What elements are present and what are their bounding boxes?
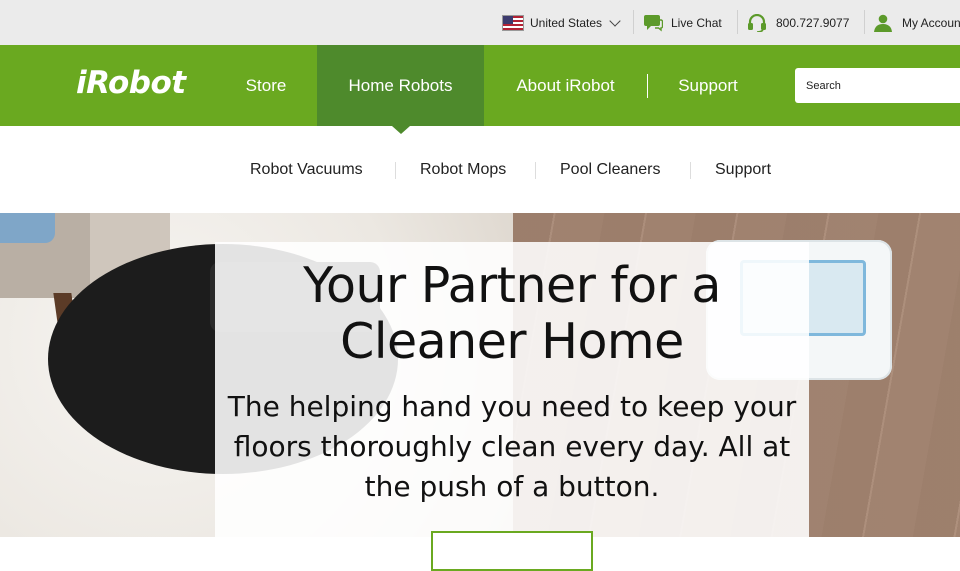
nav-item-about-irobot[interactable]: About iRobot xyxy=(500,45,631,126)
search-placeholder: Search xyxy=(806,79,841,92)
active-indicator-arrow xyxy=(392,126,410,134)
subnav-item-robot-mops[interactable]: Robot Mops xyxy=(420,126,506,213)
nav-item-label: Home Robots xyxy=(348,75,453,95)
utility-divider xyxy=(633,10,634,34)
irobot-logo[interactable]: iRobot xyxy=(76,65,186,101)
subnav-divider xyxy=(535,162,536,179)
nav-item-label: Store xyxy=(245,75,287,95)
us-flag-icon xyxy=(502,14,524,31)
utility-divider xyxy=(737,10,738,34)
my-account-label: My Account xyxy=(902,15,960,30)
nav-item-home-robots[interactable]: Home Robots xyxy=(317,45,484,126)
user-icon xyxy=(874,14,892,32)
utility-divider xyxy=(864,10,865,34)
sub-nav: Robot Vacuums Robot Mops Pool Cleaners S… xyxy=(0,126,960,213)
subnav-item-support[interactable]: Support xyxy=(715,126,771,213)
phone-link[interactable]: 800.727.9077 xyxy=(747,0,849,45)
search-input[interactable]: Search xyxy=(795,68,960,103)
my-account-link[interactable]: My Account xyxy=(874,0,960,45)
subnav-item-label: Robot Vacuums xyxy=(250,160,363,178)
subnav-item-pool-cleaners[interactable]: Pool Cleaners xyxy=(560,126,661,213)
subnav-item-label: Robot Mops xyxy=(420,160,507,178)
nav-item-label: Support xyxy=(678,75,738,95)
nav-item-label: About iRobot xyxy=(516,75,615,95)
live-chat-label: Live Chat xyxy=(671,15,722,30)
subnav-item-label: Pool Cleaners xyxy=(560,160,661,178)
chevron-down-icon xyxy=(609,14,621,27)
subnav-item-robot-vacuums[interactable]: Robot Vacuums xyxy=(250,126,363,213)
subnav-divider xyxy=(395,162,396,179)
chat-bubble-icon xyxy=(644,14,663,31)
hero-headline: Your Partner for a Cleaner Home xyxy=(303,257,721,370)
hero-subheadline: The helping hand you need to keep your f… xyxy=(227,390,797,503)
subnav-divider xyxy=(690,162,691,179)
nav-divider xyxy=(647,74,648,98)
phone-number: 800.727.9077 xyxy=(776,15,850,30)
headset-icon xyxy=(748,13,766,32)
subnav-item-label: Support xyxy=(715,160,772,178)
country-label: United States xyxy=(530,15,603,30)
hero-cta-button[interactable] xyxy=(431,531,593,571)
live-chat-link[interactable]: Live Chat xyxy=(643,0,722,45)
hero-blanket xyxy=(0,213,55,243)
utility-bar: United States Live Chat 800.727.9077 My … xyxy=(0,0,960,45)
country-selector[interactable]: United States xyxy=(502,0,621,45)
nav-item-support[interactable]: Support xyxy=(664,45,752,126)
nav-item-store[interactable]: Store xyxy=(226,45,306,126)
